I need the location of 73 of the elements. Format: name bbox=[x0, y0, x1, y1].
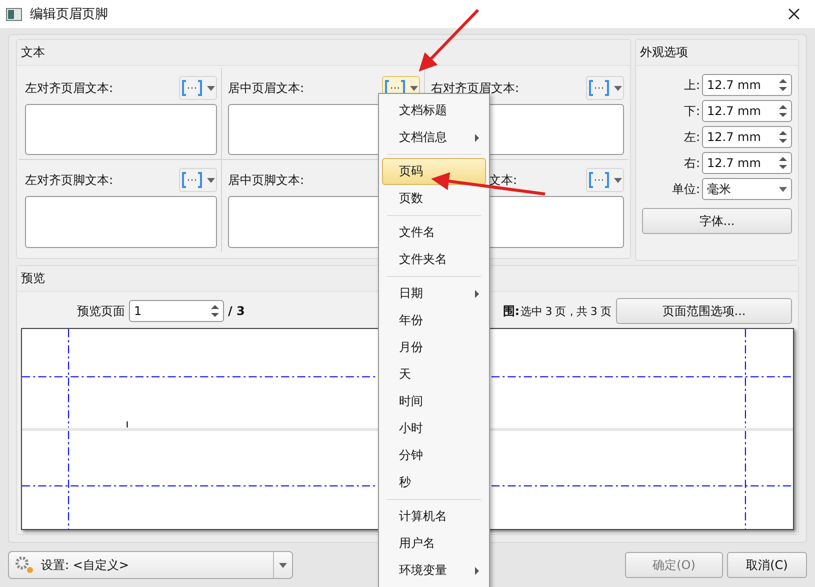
field-label: 居中页脚文本: bbox=[228, 172, 304, 188]
window-title: 编辑页眉页脚 bbox=[30, 6, 109, 23]
spin-arrows-icon bbox=[779, 156, 787, 170]
menu-item[interactable]: 文档标题 bbox=[382, 97, 486, 124]
menu-item[interactable]: 秒 bbox=[382, 469, 486, 496]
preview-page-label: 预览页面 bbox=[77, 302, 125, 320]
menu-item[interactable]: 计算机名 bbox=[382, 503, 486, 530]
font-button[interactable]: 字体... bbox=[642, 208, 792, 234]
insert-field-button[interactable] bbox=[179, 76, 217, 100]
insert-field-button[interactable] bbox=[586, 76, 624, 100]
margin-label: 右: bbox=[684, 154, 700, 172]
margin-label: 下: bbox=[684, 102, 700, 120]
menu-item[interactable]: 时间 bbox=[382, 388, 486, 415]
caret-icon bbox=[410, 86, 418, 90]
menu-item[interactable]: 月份 bbox=[382, 334, 486, 361]
dropdown-caret-icon bbox=[279, 562, 287, 568]
margin-spinbox[interactable]: 12.7 mm bbox=[702, 152, 792, 174]
field-insert-icon bbox=[588, 80, 610, 96]
menu-item[interactable]: 页码 bbox=[382, 158, 486, 185]
spin-arrows-icon bbox=[211, 304, 219, 318]
caret-icon bbox=[614, 178, 622, 182]
margin-spinbox[interactable]: 12.7 mm bbox=[702, 100, 792, 122]
unit-label: 单位: bbox=[672, 180, 700, 198]
menu-item[interactable]: 页数 bbox=[382, 185, 486, 212]
submenu-arrow-icon bbox=[475, 566, 479, 574]
text-area[interactable] bbox=[25, 196, 217, 248]
menu-item[interactable]: 天 bbox=[382, 361, 486, 388]
range-label: 围: bbox=[502, 302, 520, 320]
insert-field-button[interactable] bbox=[586, 168, 624, 192]
field-insert-icon bbox=[588, 172, 610, 188]
caret-icon bbox=[779, 186, 787, 192]
field-label: 文本: bbox=[489, 172, 518, 188]
spin-arrows-icon bbox=[779, 104, 787, 118]
field-label: 左对齐页脚文本: bbox=[25, 172, 114, 188]
field-label: 左对齐页眉文本: bbox=[25, 80, 114, 96]
field-insert-icon bbox=[181, 80, 203, 96]
menu-item[interactable]: 环境变量 bbox=[382, 557, 486, 584]
menu-item[interactable]: 文件名 bbox=[382, 219, 486, 246]
page-total: / 3 bbox=[228, 304, 245, 318]
text-area[interactable] bbox=[25, 104, 217, 155]
menu-item[interactable]: 分钟 bbox=[382, 442, 486, 469]
caret-icon bbox=[207, 86, 215, 90]
submenu-arrow-icon bbox=[475, 290, 479, 298]
spin-arrows-icon bbox=[779, 130, 787, 144]
margin-spinbox[interactable]: 12.7 mm bbox=[702, 126, 792, 148]
group-title: 外观选项 bbox=[636, 40, 798, 66]
insert-field-button[interactable] bbox=[179, 168, 217, 192]
page-range-button[interactable]: 页面范围选项... bbox=[616, 298, 792, 324]
group-title: 文本 bbox=[17, 40, 630, 66]
app-icon bbox=[6, 8, 22, 20]
caret-icon bbox=[614, 86, 622, 90]
submenu-arrow-icon bbox=[475, 134, 479, 142]
annotation-arrow bbox=[418, 8, 480, 72]
margin-label: 左: bbox=[684, 128, 700, 146]
cancel-button[interactable]: 取消(C) bbox=[727, 552, 807, 578]
field-label: 右对齐页眉文本: bbox=[431, 80, 520, 96]
gears-icon bbox=[15, 556, 35, 574]
field-insert-icon bbox=[181, 172, 203, 188]
menu-item[interactable]: 文档信息 bbox=[382, 124, 486, 151]
menu-item[interactable]: 小时 bbox=[382, 415, 486, 442]
margin-spinbox[interactable]: 12.7 mm bbox=[702, 74, 792, 96]
range-text: 选中 3 页，共 3 页 bbox=[520, 304, 611, 318]
margin-label: 上: bbox=[684, 76, 700, 94]
close-icon bbox=[788, 8, 800, 20]
menu-item[interactable]: 年份 bbox=[382, 307, 486, 334]
settings-dropdown[interactable]: 设置: <自定义> bbox=[8, 551, 293, 579]
spin-arrows-icon bbox=[779, 78, 787, 92]
caret-icon bbox=[207, 178, 215, 182]
ok-button[interactable]: 确定(O) bbox=[625, 552, 723, 578]
menu-item[interactable]: 用户名 bbox=[382, 530, 486, 557]
unit-dropdown[interactable]: 毫米 bbox=[702, 178, 792, 200]
field-label: 居中页眉文本: bbox=[228, 80, 304, 96]
page-spinbox[interactable]: 1 bbox=[129, 300, 224, 322]
